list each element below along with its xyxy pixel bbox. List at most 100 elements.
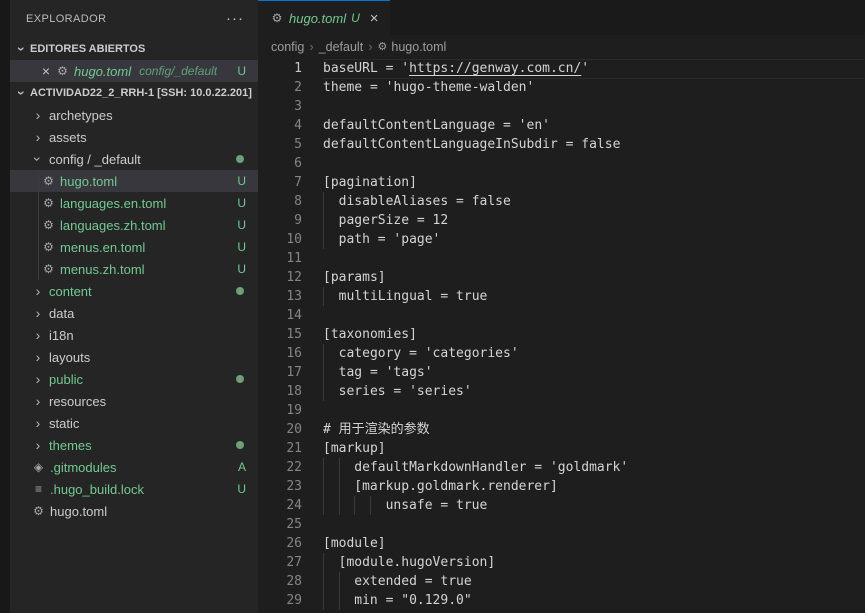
workspace-section-header[interactable]: › ACTIVIDAD22_2_RRH-1 [SSH: 10.0.22.201]	[10, 82, 258, 104]
close-icon[interactable]: ×	[38, 63, 54, 79]
code-line-25[interactable]: 25	[258, 515, 865, 534]
line-number[interactable]: 28	[258, 572, 302, 591]
code-line-2[interactable]: 2theme = 'hugo-theme-walden'	[258, 78, 865, 97]
tree-item-themes[interactable]: ›themes	[10, 434, 258, 456]
line-number[interactable]: 15	[258, 325, 302, 344]
line-number[interactable]: 17	[258, 363, 302, 382]
line-number[interactable]: 18	[258, 382, 302, 401]
open-editor-item-hugo-toml[interactable]: × ⚙ hugo.toml config/_default U	[10, 60, 258, 82]
line-number[interactable]: 11	[258, 249, 302, 268]
detected-link[interactable]: https://genway.com.cn/	[409, 61, 581, 76]
code-line-18[interactable]: 18 series = 'series'	[258, 382, 865, 401]
close-icon[interactable]: ×	[370, 11, 379, 26]
line-number[interactable]: 6	[258, 154, 302, 173]
code-editor[interactable]: 1baseURL = 'https://genway.com.cn/'2them…	[258, 58, 865, 613]
line-number[interactable]: 29	[258, 591, 302, 610]
tree-item-languages-en-toml[interactable]: ⚙languages.en.tomlU	[10, 192, 258, 214]
breadcrumb-item-hugo-toml[interactable]: ⚙hugo.toml	[378, 40, 447, 54]
tree-item-static[interactable]: ›static	[10, 412, 258, 434]
tree-item-layouts[interactable]: ›layouts	[10, 346, 258, 368]
tree-item-assets[interactable]: ›assets	[10, 126, 258, 148]
code-line-12[interactable]: 12 [params]	[258, 268, 865, 287]
tree-item-label: static	[49, 416, 79, 431]
line-number[interactable]: 5	[258, 135, 302, 154]
tab-hugo-toml[interactable]: ⚙ hugo.toml U ×	[258, 0, 390, 35]
line-number[interactable]: 3	[258, 97, 302, 116]
line-number[interactable]: 27	[258, 553, 302, 572]
line-number[interactable]: 19	[258, 401, 302, 420]
more-actions-icon[interactable]: ···	[226, 14, 244, 24]
tree-item-hugo-toml[interactable]: ⚙hugo.tomlU	[10, 170, 258, 192]
tree-item-label: data	[49, 306, 74, 321]
line-number[interactable]: 22	[258, 458, 302, 477]
tree-item-data[interactable]: ›data	[10, 302, 258, 324]
tree-item-gitmodules[interactable]: ◈.gitmodulesA	[10, 456, 258, 478]
code-line-5[interactable]: 5defaultContentLanguageInSubdir = false	[258, 135, 865, 154]
code-line-21[interactable]: 21[markup]	[258, 439, 865, 458]
tree-item-label: languages.en.toml	[60, 196, 166, 211]
code-line-27[interactable]: 27 [module.hugoVersion]	[258, 553, 865, 572]
code-line-22[interactable]: 22 defaultMarkdownHandler = 'goldmark'	[258, 458, 865, 477]
line-number[interactable]: 12	[258, 268, 302, 287]
code-line-16[interactable]: 16 category = 'categories'	[258, 344, 865, 363]
vscode-window: EXPLORADOR ··· › EDITORES ABIERTOS × ⚙ h…	[0, 0, 865, 613]
line-content: [params]	[323, 268, 386, 287]
tree-item-hugo-build-lock[interactable]: ≡.hugo_build.lockU	[10, 478, 258, 500]
line-number[interactable]: 9	[258, 211, 302, 230]
open-editors-section-header[interactable]: › EDITORES ABIERTOS	[10, 38, 258, 60]
code-line-23[interactable]: 23 [markup.goldmark.renderer]	[258, 477, 865, 496]
line-number[interactable]: 20	[258, 420, 302, 439]
tree-item-content[interactable]: ›content	[10, 280, 258, 302]
line-number[interactable]: 16	[258, 344, 302, 363]
code-line-26[interactable]: 26 [module]	[258, 534, 865, 553]
tree-item-public[interactable]: ›public	[10, 368, 258, 390]
code-line-7[interactable]: 7[pagination]	[258, 173, 865, 192]
code-line-11[interactable]: 11	[258, 249, 865, 268]
tree-item-menus-en-toml[interactable]: ⚙menus.en.tomlU	[10, 236, 258, 258]
code-line-1[interactable]: 1baseURL = 'https://genway.com.cn/'	[258, 59, 865, 78]
code-line-29[interactable]: 29 min = "0.129.0"	[258, 591, 865, 610]
indent-guide	[38, 214, 39, 236]
code-line-15[interactable]: 15[taxonomies]	[258, 325, 865, 344]
line-content: extended = true	[323, 572, 472, 591]
tree-item-languages-zh-toml[interactable]: ⚙languages.zh.tomlU	[10, 214, 258, 236]
line-number[interactable]: 2	[258, 78, 302, 97]
line-number[interactable]: 8	[258, 192, 302, 211]
code-line-17[interactable]: 17 tag = 'tags'	[258, 363, 865, 382]
code-line-8[interactable]: 8 disableAliases = false	[258, 192, 865, 211]
line-number[interactable]: 26	[258, 534, 302, 553]
line-number[interactable]: 13	[258, 287, 302, 306]
tree-item-config-default[interactable]: ›config / _default	[10, 148, 258, 170]
line-number[interactable]: 24	[258, 496, 302, 515]
code-line-4[interactable]: 4defaultContentLanguage = 'en'	[258, 116, 865, 135]
tree-item-menus-zh-toml[interactable]: ⚙menus.zh.tomlU	[10, 258, 258, 280]
line-number[interactable]: 7	[258, 173, 302, 192]
tree-item-hugo-toml[interactable]: ⚙hugo.toml	[10, 500, 258, 522]
code-line-10[interactable]: 10 path = 'page'	[258, 230, 865, 249]
line-content: [module]	[323, 534, 386, 553]
code-line-28[interactable]: 28 extended = true	[258, 572, 865, 591]
git-status-badge: U	[237, 218, 246, 232]
tree-item-i18n[interactable]: ›i18n	[10, 324, 258, 346]
line-number[interactable]: 25	[258, 515, 302, 534]
code-line-6[interactable]: 6	[258, 154, 865, 173]
line-number[interactable]: 4	[258, 116, 302, 135]
code-line-19[interactable]: 19	[258, 401, 865, 420]
breadcrumb-item--default[interactable]: _default	[319, 40, 363, 54]
line-number[interactable]: 1	[258, 59, 302, 78]
line-number[interactable]: 21	[258, 439, 302, 458]
git-status-badge: U	[237, 174, 246, 188]
code-line-14[interactable]: 14	[258, 306, 865, 325]
code-line-13[interactable]: 13 multiLingual = true	[258, 287, 865, 306]
code-line-3[interactable]: 3	[258, 97, 865, 116]
toml-file-icon: ⚙	[40, 174, 57, 188]
breadcrumb-item-config[interactable]: config	[271, 40, 304, 54]
line-number[interactable]: 14	[258, 306, 302, 325]
code-line-24[interactable]: 24 unsafe = true	[258, 496, 865, 515]
code-line-20[interactable]: 20# 用于渲染的参数	[258, 420, 865, 439]
line-number[interactable]: 23	[258, 477, 302, 496]
code-line-9[interactable]: 9 pagerSize = 12	[258, 211, 865, 230]
line-number[interactable]: 10	[258, 230, 302, 249]
tree-item-resources[interactable]: ›resources	[10, 390, 258, 412]
tree-item-archetypes[interactable]: ›archetypes	[10, 104, 258, 126]
